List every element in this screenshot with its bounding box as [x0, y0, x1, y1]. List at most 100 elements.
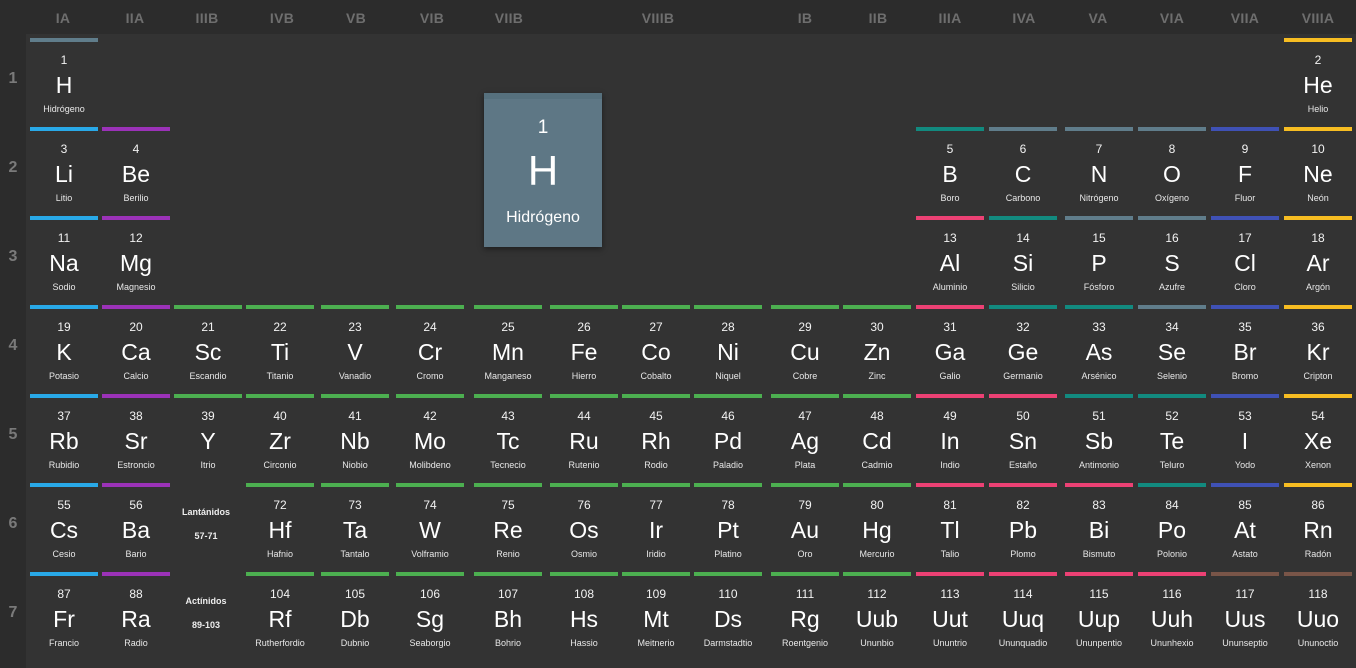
- element-cell-sc[interactable]: 21 Sc Escandio: [174, 305, 242, 391]
- element-cell-hf[interactable]: 72 Hf Hafnio: [246, 483, 314, 569]
- element-cell-rn[interactable]: 86 Rn Radón: [1284, 483, 1352, 569]
- atomic-number: 104: [269, 587, 291, 601]
- element-cell-ta[interactable]: 73 Ta Tantalo: [321, 483, 389, 569]
- element-cell-zn[interactable]: 30 Zn Zinc: [843, 305, 911, 391]
- element-cell-ru[interactable]: 44 Ru Rutenio: [550, 394, 618, 480]
- element-cell-mt[interactable]: 109 Mt Meitnerio: [622, 572, 690, 658]
- element-cell-au[interactable]: 79 Au Oro: [771, 483, 839, 569]
- element-cell-h[interactable]: 1 H Hidrógeno: [30, 38, 98, 124]
- element-cell-fe[interactable]: 26 Fe Hierro: [550, 305, 618, 391]
- element-cell-sg[interactable]: 106 Sg Seaborgio: [396, 572, 464, 658]
- element-name: Indio: [940, 460, 960, 470]
- element-cell-co[interactable]: 27 Co Cobalto: [622, 305, 690, 391]
- element-cell-al[interactable]: 13 Al Aluminio: [916, 216, 984, 302]
- element-cell-uup[interactable]: 115 Uup Ununpentio: [1065, 572, 1133, 658]
- element-cell-te[interactable]: 52 Te Teluro: [1138, 394, 1206, 480]
- element-cell-bi[interactable]: 83 Bi Bismuto: [1065, 483, 1133, 569]
- element-cell-zr[interactable]: 40 Zr Circonio: [246, 394, 314, 480]
- element-cell-c[interactable]: 6 C Carbono: [989, 127, 1057, 213]
- element-cell-cs[interactable]: 55 Cs Cesio: [30, 483, 98, 569]
- element-cell-ds[interactable]: 110 Ds Darmstadtio: [694, 572, 762, 658]
- element-cell-hg[interactable]: 80 Hg Mercurio: [843, 483, 911, 569]
- atomic-number: 11: [57, 231, 71, 245]
- element-cell-ga[interactable]: 31 Ga Galio: [916, 305, 984, 391]
- lanthanides-placeholder[interactable]: Lantánidos 57-71: [172, 483, 240, 569]
- element-cell-y[interactable]: 39 Y Itrio: [174, 394, 242, 480]
- element-cell-p[interactable]: 15 P Fósforo: [1065, 216, 1133, 302]
- element-cell-b[interactable]: 5 B Boro: [916, 127, 984, 213]
- element-cell-rh[interactable]: 45 Rh Rodio: [622, 394, 690, 480]
- element-cell-be[interactable]: 4 Be Berilio: [102, 127, 170, 213]
- element-cell-sb[interactable]: 51 Sb Antimonio: [1065, 394, 1133, 480]
- element-cell-nb[interactable]: 41 Nb Niobio: [321, 394, 389, 480]
- element-cell-at[interactable]: 85 At Astato: [1211, 483, 1279, 569]
- element-cell-hs[interactable]: 108 Hs Hassio: [550, 572, 618, 658]
- element-cell-na[interactable]: 11 Na Sodio: [30, 216, 98, 302]
- element-symbol: V: [347, 339, 363, 365]
- element-cell-cl[interactable]: 17 Cl Cloro: [1211, 216, 1279, 302]
- element-cell-mg[interactable]: 12 Mg Magnesio: [102, 216, 170, 302]
- element-cell-he[interactable]: 2 He Helio: [1284, 38, 1352, 124]
- element-cell-uus[interactable]: 117 Uus Ununseptio: [1211, 572, 1279, 658]
- element-cell-cd[interactable]: 48 Cd Cadmio: [843, 394, 911, 480]
- element-cell-se[interactable]: 34 Se Selenio: [1138, 305, 1206, 391]
- element-cell-pb[interactable]: 82 Pb Plomo: [989, 483, 1057, 569]
- element-cell-ir[interactable]: 77 Ir Iridio: [622, 483, 690, 569]
- element-cell-bh[interactable]: 107 Bh Bohrio: [474, 572, 542, 658]
- element-cell-rg[interactable]: 111 Rg Roentgenio: [771, 572, 839, 658]
- element-cell-ni[interactable]: 28 Ni Niquel: [694, 305, 762, 391]
- element-cell-cu[interactable]: 29 Cu Cobre: [771, 305, 839, 391]
- element-cell-os[interactable]: 76 Os Osmio: [550, 483, 618, 569]
- element-cell-tc[interactable]: 43 Tc Tecnecio: [474, 394, 542, 480]
- element-cell-tl[interactable]: 81 Tl Talio: [916, 483, 984, 569]
- element-symbol: Sc: [194, 339, 222, 365]
- element-cell-po[interactable]: 84 Po Polonio: [1138, 483, 1206, 569]
- element-cell-cr[interactable]: 24 Cr Cromo: [396, 305, 464, 391]
- element-cell-ca[interactable]: 20 Ca Calcio: [102, 305, 170, 391]
- element-cell-kr[interactable]: 36 Kr Cripton: [1284, 305, 1352, 391]
- element-cell-ag[interactable]: 47 Ag Plata: [771, 394, 839, 480]
- element-cell-sn[interactable]: 50 Sn Estaño: [989, 394, 1057, 480]
- element-cell-ar[interactable]: 18 Ar Argón: [1284, 216, 1352, 302]
- element-cell-ba[interactable]: 56 Ba Bario: [102, 483, 170, 569]
- element-cell-ti[interactable]: 22 Ti Titanio: [246, 305, 314, 391]
- group-header-viia: VIIA: [1230, 10, 1260, 26]
- element-cell-i[interactable]: 53 I Yodo: [1211, 394, 1279, 480]
- element-cell-in[interactable]: 49 In Indio: [916, 394, 984, 480]
- element-cell-k[interactable]: 19 K Potasio: [30, 305, 98, 391]
- element-cell-br[interactable]: 35 Br Bromo: [1211, 305, 1279, 391]
- element-cell-s[interactable]: 16 S Azufre: [1138, 216, 1206, 302]
- element-cell-uuq[interactable]: 114 Uuq Ununquadio: [989, 572, 1057, 658]
- element-cell-pt[interactable]: 78 Pt Platino: [694, 483, 762, 569]
- element-cell-mo[interactable]: 42 Mo Molibdeno: [396, 394, 464, 480]
- element-cell-f[interactable]: 9 F Fluor: [1211, 127, 1279, 213]
- element-cell-uut[interactable]: 113 Uut Ununtrio: [916, 572, 984, 658]
- element-cell-uub[interactable]: 112 Uub Ununbio: [843, 572, 911, 658]
- element-cell-n[interactable]: 7 N Nitrógeno: [1065, 127, 1133, 213]
- element-cell-uuh[interactable]: 116 Uuh Ununhexio: [1138, 572, 1206, 658]
- element-cell-db[interactable]: 105 Db Dubnio: [321, 572, 389, 658]
- element-cell-ne[interactable]: 10 Ne Neón: [1284, 127, 1352, 213]
- element-symbol: K: [56, 339, 72, 365]
- detail-symbol: H: [527, 147, 559, 194]
- element-cell-as[interactable]: 33 As Arsénico: [1065, 305, 1133, 391]
- element-cell-o[interactable]: 8 O Oxígeno: [1138, 127, 1206, 213]
- element-cell-re[interactable]: 75 Re Renio: [474, 483, 542, 569]
- element-cell-rf[interactable]: 104 Rf Rutherfordio: [246, 572, 314, 658]
- category-bar: [321, 394, 389, 398]
- element-cell-uuo[interactable]: 118 Uuo Ununoctio: [1284, 572, 1352, 658]
- element-cell-ra[interactable]: 88 Ra Radio: [102, 572, 170, 658]
- actinides-placeholder[interactable]: Actínidos 89-103: [172, 572, 240, 658]
- element-cell-mn[interactable]: 25 Mn Manganeso: [474, 305, 542, 391]
- element-cell-w[interactable]: 74 W Volframio: [396, 483, 464, 569]
- element-cell-li[interactable]: 3 Li Litio: [30, 127, 98, 213]
- element-cell-v[interactable]: 23 V Vanadio: [321, 305, 389, 391]
- element-cell-rb[interactable]: 37 Rb Rubidio: [30, 394, 98, 480]
- element-cell-fr[interactable]: 87 Fr Francio: [30, 572, 98, 658]
- element-cell-xe[interactable]: 54 Xe Xenon: [1284, 394, 1352, 480]
- element-cell-sr[interactable]: 38 Sr Estroncio: [102, 394, 170, 480]
- element-cell-pd[interactable]: 46 Pd Paladio: [694, 394, 762, 480]
- category-bar: [246, 572, 314, 576]
- element-cell-si[interactable]: 14 Si Silicio: [989, 216, 1057, 302]
- element-cell-ge[interactable]: 32 Ge Germanio: [989, 305, 1057, 391]
